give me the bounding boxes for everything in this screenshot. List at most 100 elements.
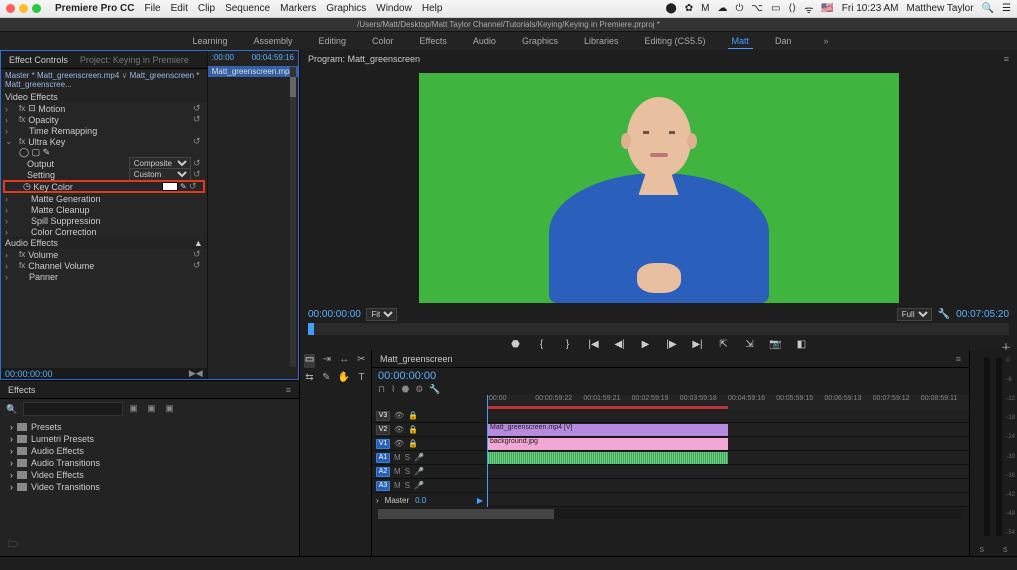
window-traffic-lights[interactable]: [6, 4, 41, 13]
track-lane-a1[interactable]: [487, 451, 969, 465]
workspace-overflow[interactable]: »: [824, 36, 829, 46]
new-bin-icon[interactable]: 🗀: [8, 539, 17, 549]
timeline-zoom-scroll[interactable]: [378, 509, 963, 519]
bin-audio-effects[interactable]: ›Audio Effects: [0, 445, 299, 457]
track-lane-a3[interactable]: [487, 479, 969, 493]
mask-circle-icon[interactable]: ◯: [19, 147, 29, 158]
reset-icon[interactable]: ↺: [191, 249, 203, 260]
menu-graphics[interactable]: Graphics: [326, 3, 366, 14]
solo-icon[interactable]: S: [405, 467, 410, 476]
mark-out-button[interactable]: }: [561, 339, 575, 350]
clock[interactable]: Fri 10:23 AM: [842, 3, 899, 14]
out-marker-icon[interactable]: ▶: [477, 496, 483, 505]
workspace-effects[interactable]: Effects: [416, 34, 451, 48]
type-tool[interactable]: T: [356, 372, 367, 386]
track-select-tool[interactable]: ⇥: [321, 354, 332, 368]
effect-time-remapping[interactable]: Time Remapping: [29, 126, 203, 136]
playhead[interactable]: [487, 395, 488, 409]
voiceover-icon[interactable]: 🎤: [414, 481, 424, 490]
workspace-matt[interactable]: Matt: [728, 34, 754, 49]
key-color-swatch[interactable]: [162, 182, 178, 191]
user-name[interactable]: Matthew Taylor: [907, 3, 974, 14]
play-button[interactable]: ▶: [639, 339, 653, 350]
lock-icon[interactable]: 🔒: [408, 411, 418, 420]
workspace-editing[interactable]: Editing: [315, 34, 351, 48]
lift-button[interactable]: ⇱: [717, 339, 731, 350]
menu-clip[interactable]: Clip: [198, 3, 215, 14]
tab-project[interactable]: Project: Keying in Premiere: [80, 55, 189, 65]
export-frame-button[interactable]: 📷: [769, 339, 783, 350]
bin-video-effects[interactable]: ›Video Effects: [0, 469, 299, 481]
pen-tool[interactable]: ✎: [321, 372, 332, 386]
timeline-ruler[interactable]: :00:00 00:00:59:22 00:01:59:21 00:02:59:…: [487, 395, 969, 409]
toggle-output-icon[interactable]: 👁: [394, 425, 404, 434]
effects-search-input[interactable]: [23, 402, 123, 416]
wrench-icon[interactable]: 🔧: [938, 309, 950, 320]
reset-icon[interactable]: ↺: [191, 260, 203, 271]
extract-button[interactable]: ⇲: [743, 339, 757, 350]
reset-icon[interactable]: ↺: [191, 158, 203, 169]
solo-icon[interactable]: S: [405, 453, 410, 462]
effect-channel-volume[interactable]: Channel Volume: [28, 261, 191, 271]
lock-icon[interactable]: 🔒: [408, 425, 418, 434]
wrench-icon[interactable]: 🔧: [429, 384, 440, 395]
keyframe-stopwatch-icon[interactable]: ◷: [23, 181, 31, 192]
menu-edit[interactable]: Edit: [171, 3, 188, 14]
add-marker-button[interactable]: ⬣: [509, 339, 523, 350]
workspace-graphics[interactable]: Graphics: [518, 34, 562, 48]
go-to-out-button[interactable]: ▶|: [691, 339, 705, 350]
mute-icon[interactable]: M: [394, 453, 401, 462]
effect-ultra-key[interactable]: Ultra Key: [28, 137, 191, 147]
solo-toggle[interactable]: S: [979, 547, 984, 554]
tab-effects[interactable]: Effects: [8, 385, 35, 395]
track-lane-v1[interactable]: background.jpg: [487, 437, 969, 451]
linked-selection-icon[interactable]: ⌇: [391, 384, 395, 395]
effect-panner[interactable]: Panner: [29, 272, 203, 282]
menu-file[interactable]: File: [144, 3, 160, 14]
bin-lumetri-presets[interactable]: ›Lumetri Presets: [0, 433, 299, 445]
track-target-a2[interactable]: A2: [376, 467, 390, 477]
bin-presets[interactable]: ›Presets: [0, 421, 299, 433]
workspace-libraries[interactable]: Libraries: [580, 34, 623, 48]
workspace-dan[interactable]: Dan: [771, 34, 796, 48]
menu-markers[interactable]: Markers: [280, 3, 316, 14]
comparison-view-button[interactable]: ◧: [795, 339, 809, 350]
timeline-tc[interactable]: 00:00:00:00: [378, 370, 436, 382]
menu-window[interactable]: Window: [376, 3, 412, 14]
track-lane-a2[interactable]: [487, 465, 969, 479]
param-color-correction[interactable]: Color Correction: [31, 227, 203, 237]
program-tc-right[interactable]: 00:07:05:20: [956, 309, 1009, 320]
track-target-v3[interactable]: V3: [376, 411, 390, 421]
clip-video[interactable]: Matt_greenscreen.mp4 [V]: [487, 424, 728, 436]
track-target-v1[interactable]: V1: [376, 439, 390, 449]
track-lane-v2[interactable]: Matt_greenscreen.mp4 [V]: [487, 423, 969, 437]
panel-menu-icon[interactable]: ≡: [956, 354, 961, 364]
voiceover-icon[interactable]: 🎤: [414, 467, 424, 476]
effect-motion[interactable]: Motion: [38, 104, 190, 114]
go-to-in-button[interactable]: |◀: [587, 339, 601, 350]
preset-badge-icon[interactable]: ▣: [147, 403, 159, 415]
hand-tool[interactable]: ✋: [338, 372, 350, 386]
tab-effect-controls[interactable]: Effect Controls: [9, 55, 68, 65]
reset-icon[interactable]: ↺: [191, 136, 203, 147]
reset-icon[interactable]: ↺: [191, 169, 203, 180]
track-target-a3[interactable]: A3: [376, 481, 390, 491]
fit-select[interactable]: Fit: [366, 308, 397, 321]
snap-icon[interactable]: ⊓: [378, 384, 385, 395]
ripple-tool[interactable]: ↔: [339, 354, 350, 368]
workspace-color[interactable]: Color: [368, 34, 398, 48]
marker-icon[interactable]: ⬣: [401, 384, 409, 395]
track-lane-v3[interactable]: [487, 409, 969, 423]
param-spill-suppression[interactable]: Spill Suppression: [31, 216, 203, 226]
step-forward-button[interactable]: |▶: [665, 339, 679, 350]
playhead-sync-icon[interactable]: ▶◀: [189, 368, 203, 379]
param-matte-generation[interactable]: Matte Generation: [31, 194, 203, 204]
source-clip-chip[interactable]: Matt_greenscreen.mp4: [208, 66, 298, 77]
workspace-audio[interactable]: Audio: [469, 34, 500, 48]
track-lane-master[interactable]: [487, 493, 969, 507]
program-video-frame[interactable]: [419, 73, 899, 303]
master-volume[interactable]: 0.0: [415, 496, 426, 505]
zoom-select[interactable]: Full: [897, 308, 932, 321]
clip-audio[interactable]: [487, 452, 728, 464]
effect-volume[interactable]: Volume: [28, 250, 191, 260]
